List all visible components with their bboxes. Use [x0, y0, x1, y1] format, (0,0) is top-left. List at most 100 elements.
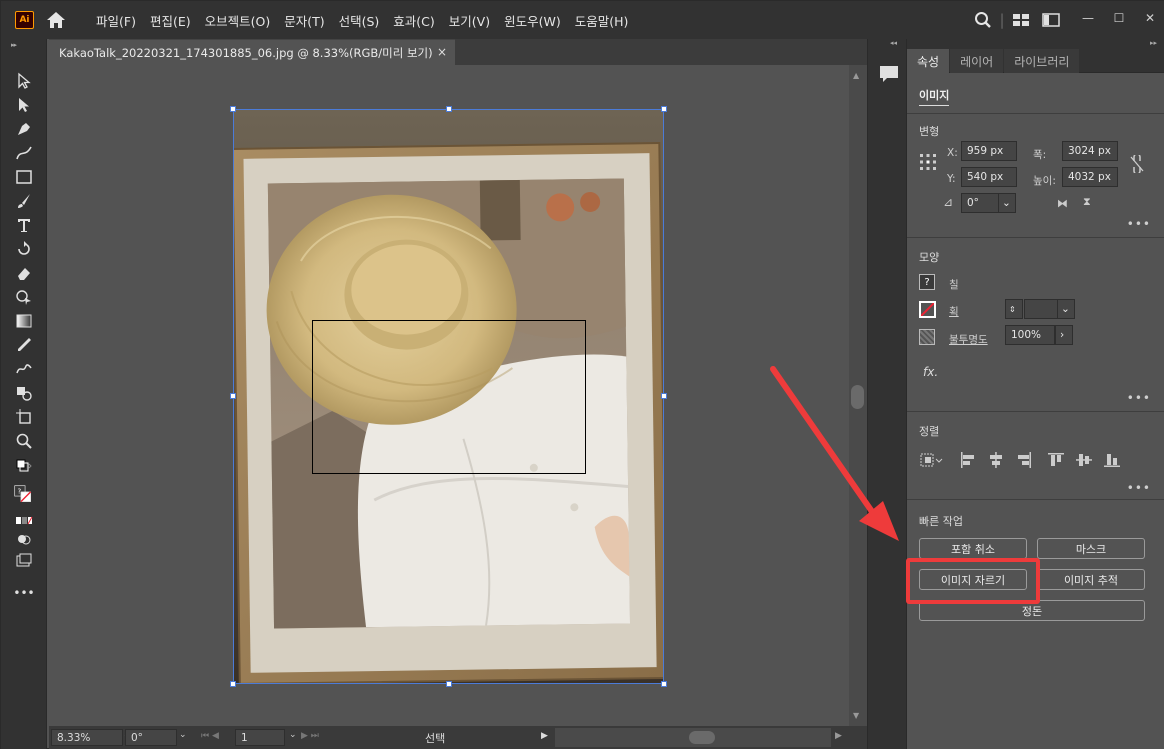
rectangle-tool-icon[interactable]	[13, 167, 35, 187]
resize-handle[interactable]	[446, 106, 452, 112]
shape-builder-tool-icon[interactable]	[13, 287, 35, 307]
horizontal-scrollbar[interactable]	[555, 728, 831, 747]
image-trace-button[interactable]: 이미지 추적	[1037, 569, 1145, 590]
stroke-label[interactable]: 획	[949, 304, 959, 319]
direct-selection-tool-icon[interactable]	[13, 95, 35, 115]
minimize-icon[interactable]: —	[1073, 8, 1103, 28]
menu-type[interactable]: 문자(T)	[277, 11, 331, 30]
close-window-icon[interactable]: ✕	[1135, 8, 1164, 28]
document-tab[interactable]: KakaoTalk_20220321_174301885_06.jpg @ 8.…	[49, 39, 455, 65]
transform-more-icon[interactable]: •••	[1127, 217, 1151, 231]
menu-edit[interactable]: 편집(E)	[143, 11, 198, 30]
type-tool-icon[interactable]	[13, 215, 35, 235]
rotate-tool-icon[interactable]	[13, 239, 35, 259]
zoom-tool-icon[interactable]	[13, 431, 35, 451]
mask-button[interactable]: 마스크	[1037, 538, 1145, 559]
artboard-field[interactable]: 1	[235, 729, 285, 746]
draw-mode-icon[interactable]	[13, 529, 35, 549]
stroke-weight-input[interactable]	[1024, 299, 1058, 319]
resize-handle[interactable]	[446, 681, 452, 687]
swap-fill-stroke-icon[interactable]	[13, 457, 35, 477]
maximize-icon[interactable]: ☐	[1104, 8, 1134, 28]
opacity-label[interactable]: 불투명도	[949, 332, 988, 347]
constrain-proportions-icon[interactable]	[1129, 153, 1145, 175]
comments-icon[interactable]	[878, 63, 900, 85]
artboard-first-icon[interactable]: ⏮ ◀	[201, 731, 219, 741]
flip-vertical-icon[interactable]: ⧗	[1083, 195, 1091, 209]
align-to-dropdown-icon[interactable]	[919, 451, 945, 469]
align-more-icon[interactable]: •••	[1127, 481, 1151, 495]
home-icon[interactable]	[45, 10, 67, 30]
resize-handle[interactable]	[661, 393, 667, 399]
edit-toolbar-icon[interactable]: •••	[13, 583, 35, 603]
artboard-tool-icon[interactable]	[13, 407, 35, 427]
flip-horizontal-icon[interactable]: ⧓	[1057, 197, 1068, 210]
align-vertical-center-icon[interactable]	[1075, 451, 1093, 469]
scroll-down-icon[interactable]: ▼	[853, 711, 859, 720]
y-input[interactable]: 540 px	[961, 167, 1017, 187]
angle-input[interactable]: 0°	[961, 193, 999, 213]
menu-window[interactable]: 윈도우(W)	[497, 11, 568, 30]
fill-stroke-icon[interactable]: ?	[10, 481, 36, 507]
pen-tool-icon[interactable]	[13, 119, 35, 139]
height-input[interactable]: 4032 px	[1062, 167, 1118, 187]
fill-swatch-icon[interactable]: ?	[919, 274, 935, 290]
menu-help[interactable]: 도움말(H)	[568, 11, 636, 30]
align-left-icon[interactable]	[959, 451, 977, 469]
effects-icon[interactable]: fx.	[923, 365, 938, 379]
stroke-weight-dropdown-icon[interactable]: ⌄	[1057, 299, 1075, 319]
search-icon[interactable]	[968, 8, 998, 32]
appearance-more-icon[interactable]: •••	[1127, 391, 1151, 405]
tab-libraries[interactable]: 라이브러리	[1004, 49, 1080, 73]
resize-handle[interactable]	[230, 106, 236, 112]
color-modes-icon[interactable]	[13, 511, 35, 531]
scroll-right-icon[interactable]: ▶	[835, 731, 842, 741]
resize-handle[interactable]	[661, 681, 667, 687]
artboard-dropdown-icon[interactable]: ⌄	[289, 730, 297, 740]
angle-dropdown-icon[interactable]: ⌄	[998, 193, 1016, 213]
opacity-input[interactable]: 100%	[1005, 325, 1055, 345]
menu-view[interactable]: 보기(V)	[442, 11, 497, 30]
tab-properties[interactable]: 속성	[907, 49, 950, 73]
scroll-thumb[interactable]	[851, 385, 864, 409]
blend-tool-icon[interactable]	[13, 359, 35, 379]
scroll-up-icon[interactable]: ▲	[853, 71, 859, 80]
tab-layers[interactable]: 레이어	[950, 49, 1004, 73]
align-top-icon[interactable]	[1047, 451, 1065, 469]
menu-file[interactable]: 파일(F)	[89, 11, 143, 30]
curvature-tool-icon[interactable]	[13, 143, 35, 163]
rotation-field[interactable]: 0°	[125, 729, 177, 746]
vertical-scrollbar[interactable]: ▲ ▼	[849, 65, 867, 726]
unembed-button[interactable]: 포함 취소	[919, 538, 1027, 559]
resize-handle[interactable]	[230, 681, 236, 687]
reference-point-icon[interactable]	[919, 153, 937, 171]
align-horizontal-center-icon[interactable]	[987, 451, 1005, 469]
close-tab-icon[interactable]: ×	[437, 45, 447, 59]
resize-handle[interactable]	[230, 393, 236, 399]
screen-mode-icon[interactable]	[13, 551, 35, 571]
menu-object[interactable]: 오브젝트(O)	[198, 11, 278, 30]
eraser-tool-icon[interactable]	[13, 263, 35, 283]
menu-select[interactable]: 선택(S)	[332, 11, 387, 30]
collapse-toolbar-icon[interactable]: ▸▸	[11, 41, 17, 49]
width-input[interactable]: 3024 px	[1062, 141, 1118, 161]
artboard-last-icon[interactable]: ▶ ⏭	[301, 731, 319, 741]
stroke-weight-stepper[interactable]: ⇕	[1005, 299, 1023, 319]
x-input[interactable]: 959 px	[961, 141, 1017, 161]
stroke-swatch-icon[interactable]	[919, 301, 936, 318]
resize-handle[interactable]	[661, 106, 667, 112]
opacity-arrow-icon[interactable]: ›	[1055, 325, 1073, 345]
crop-rectangle[interactable]	[312, 320, 586, 474]
live-paint-icon[interactable]	[13, 383, 35, 403]
selection-tool-icon[interactable]	[13, 71, 35, 91]
status-menu-icon[interactable]: ▶	[541, 731, 548, 741]
eyedropper-tool-icon[interactable]	[13, 335, 35, 355]
hscroll-thumb[interactable]	[689, 731, 715, 744]
gradient-tool-icon[interactable]	[13, 311, 35, 331]
expand-dock-icon[interactable]: ◂◂	[890, 39, 897, 47]
menu-effect[interactable]: 효과(C)	[386, 11, 441, 30]
arrange-documents-icon[interactable]	[1006, 8, 1036, 32]
align-right-icon[interactable]	[1015, 451, 1033, 469]
paintbrush-tool-icon[interactable]	[13, 191, 35, 211]
collapse-panel-icon[interactable]: ▸▸	[1150, 39, 1157, 47]
